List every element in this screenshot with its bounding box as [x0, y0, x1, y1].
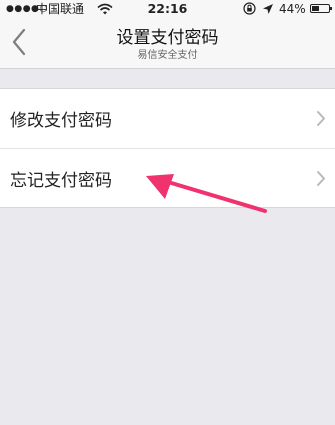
chevron-right-icon — [317, 171, 325, 186]
chevron-right-icon — [317, 111, 325, 126]
annotation-arrow-icon — [146, 174, 267, 213]
status-bar: ●●●●○ 中国联通 22:16 44% — [0, 0, 335, 18]
menu-item-label: 修改支付密码 — [10, 111, 112, 131]
battery-level — [312, 6, 319, 11]
location-arrow-icon — [263, 4, 273, 14]
rotation-lock-icon — [243, 2, 256, 15]
page-title: 设置支付密码 — [116, 28, 219, 48]
battery-percentage: 44% — [279, 2, 306, 16]
menu-item-label: 忘记支付密码 — [10, 171, 112, 191]
battery-icon — [310, 4, 332, 13]
top-bar: ●●●●○ 中国联通 22:16 44% 设置支付密码 易信安全支付 — [0, 0, 335, 69]
menu-item-change-password[interactable]: 修改支付密码 — [0, 89, 335, 148]
page-subtitle: 易信安全支付 — [137, 50, 198, 61]
